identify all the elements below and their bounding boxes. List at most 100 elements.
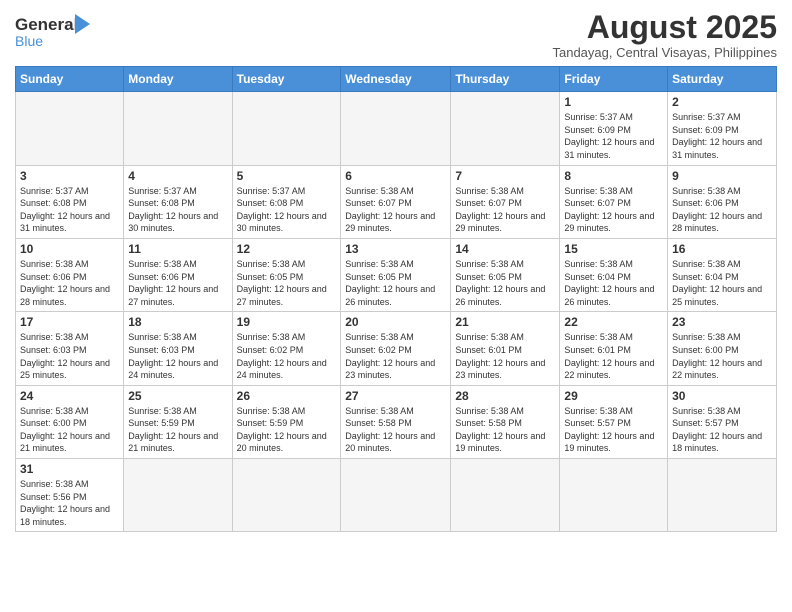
weekday-header-row: SundayMondayTuesdayWednesdayThursdayFrid…: [16, 67, 777, 92]
calendar-cell: 7Sunrise: 5:38 AM Sunset: 6:07 PM Daylig…: [451, 165, 560, 238]
day-info: Sunrise: 5:37 AM Sunset: 6:09 PM Dayligh…: [672, 111, 772, 161]
day-number: 20: [345, 315, 446, 329]
day-info: Sunrise: 5:38 AM Sunset: 6:01 PM Dayligh…: [564, 331, 663, 381]
day-info: Sunrise: 5:38 AM Sunset: 5:56 PM Dayligh…: [20, 478, 119, 528]
calendar-cell: 9 Sunrise: 5:38 AM Sunset: 6:06 PM Daylig…: [668, 165, 777, 238]
calendar-cell: 15 Sunrise: 5:38 AM Sunset: 6:04 PM Dayli…: [560, 238, 668, 311]
calendar-cell: [232, 92, 341, 165]
weekday-header-wednesday: Wednesday: [341, 67, 451, 92]
day-number: 8: [564, 169, 663, 183]
day-number: 12: [237, 242, 337, 256]
day-number: 6: [345, 169, 446, 183]
day-info: Sunrise: 5:38 AM Sunset: 6:05 PM Dayligh…: [345, 258, 446, 308]
day-number: 14: [455, 242, 555, 256]
day-info: Sunrise: 5:37 AM Sunset: 6:08 PM Dayligh…: [237, 185, 337, 235]
day-number: 31: [20, 462, 119, 476]
day-info: Sunrise: 5:38 AM Sunset: 6:05 PM Dayligh…: [237, 258, 337, 308]
calendar-cell: 13Sunrise: 5:38 AM Sunset: 6:05 PM Dayli…: [341, 238, 451, 311]
day-number: 1: [564, 95, 663, 109]
week-row-0: 1 Sunrise: 5:37 AM Sunset: 6:09 PM Daylig…: [16, 92, 777, 165]
day-number: 30: [672, 389, 772, 403]
calendar-cell: 4 Sunrise: 5:37 AM Sunset: 6:08 PM Daylig…: [124, 165, 232, 238]
calendar-cell: [124, 459, 232, 532]
svg-text:Blue: Blue: [15, 33, 43, 49]
calendar-cell: 31 Sunrise: 5:38 AM Sunset: 5:56 PM Dayli…: [16, 459, 124, 532]
day-number: 27: [345, 389, 446, 403]
week-row-5: 31 Sunrise: 5:38 AM Sunset: 5:56 PM Dayli…: [16, 459, 777, 532]
calendar-cell: 16Sunrise: 5:38 AM Sunset: 6:04 PM Dayli…: [668, 238, 777, 311]
weekday-header-monday: Monday: [124, 67, 232, 92]
weekday-header-tuesday: Tuesday: [232, 67, 341, 92]
calendar-cell: [451, 459, 560, 532]
day-number: 29: [564, 389, 663, 403]
calendar-table: SundayMondayTuesdayWednesdayThursdayFrid…: [15, 66, 777, 532]
day-info: Sunrise: 5:38 AM Sunset: 6:03 PM Dayligh…: [20, 331, 119, 381]
day-info: Sunrise: 5:38 AM Sunset: 5:57 PM Dayligh…: [564, 405, 663, 455]
day-info: Sunrise: 5:37 AM Sunset: 6:08 PM Dayligh…: [20, 185, 119, 235]
day-number: 4: [128, 169, 227, 183]
calendar-cell: 19Sunrise: 5:38 AM Sunset: 6:02 PM Dayli…: [232, 312, 341, 385]
day-info: Sunrise: 5:38 AM Sunset: 5:59 PM Dayligh…: [237, 405, 337, 455]
calendar-cell: [124, 92, 232, 165]
day-info: Sunrise: 5:38 AM Sunset: 6:00 PM Dayligh…: [20, 405, 119, 455]
month-title: August 2025: [552, 10, 777, 45]
day-number: 11: [128, 242, 227, 256]
day-number: 21: [455, 315, 555, 329]
calendar-cell: 2 Sunrise: 5:37 AM Sunset: 6:09 PM Daylig…: [668, 92, 777, 165]
day-info: Sunrise: 5:38 AM Sunset: 6:04 PM Dayligh…: [564, 258, 663, 308]
day-number: 7: [455, 169, 555, 183]
day-number: 17: [20, 315, 119, 329]
header: General Blue August 2025 Tandayag, Centr…: [15, 10, 777, 60]
calendar-cell: 5 Sunrise: 5:37 AM Sunset: 6:08 PM Daylig…: [232, 165, 341, 238]
day-info: Sunrise: 5:37 AM Sunset: 6:09 PM Dayligh…: [564, 111, 663, 161]
calendar-cell: 26 Sunrise: 5:38 AM Sunset: 5:59 PM Dayli…: [232, 385, 341, 458]
calendar-cell: 25 Sunrise: 5:38 AM Sunset: 5:59 PM Dayli…: [124, 385, 232, 458]
calendar-cell: [341, 92, 451, 165]
day-info: Sunrise: 5:38 AM Sunset: 6:04 PM Dayligh…: [672, 258, 772, 308]
day-number: 24: [20, 389, 119, 403]
location: Tandayag, Central Visayas, Philippines: [552, 45, 777, 60]
day-number: 10: [20, 242, 119, 256]
calendar-cell: 27Sunrise: 5:38 AM Sunset: 5:58 PM Dayli…: [341, 385, 451, 458]
day-number: 15: [564, 242, 663, 256]
day-info: Sunrise: 5:38 AM Sunset: 6:03 PM Dayligh…: [128, 331, 227, 381]
calendar-cell: 23 Sunrise: 5:38 AM Sunset: 6:00 PM Dayli…: [668, 312, 777, 385]
week-row-4: 24 Sunrise: 5:38 AM Sunset: 6:00 PM Dayli…: [16, 385, 777, 458]
weekday-header-thursday: Thursday: [451, 67, 560, 92]
generalblue-logo: General Blue: [15, 10, 110, 50]
day-number: 18: [128, 315, 227, 329]
svg-text:General: General: [15, 15, 78, 34]
calendar-cell: [16, 92, 124, 165]
day-info: Sunrise: 5:38 AM Sunset: 6:01 PM Dayligh…: [455, 331, 555, 381]
day-info: Sunrise: 5:38 AM Sunset: 6:06 PM Dayligh…: [128, 258, 227, 308]
day-number: 5: [237, 169, 337, 183]
day-number: 2: [672, 95, 772, 109]
calendar-cell: 30 Sunrise: 5:38 AM Sunset: 5:57 PM Dayli…: [668, 385, 777, 458]
day-info: Sunrise: 5:38 AM Sunset: 5:59 PM Dayligh…: [128, 405, 227, 455]
day-number: 22: [564, 315, 663, 329]
page: General Blue August 2025 Tandayag, Centr…: [0, 0, 792, 612]
day-number: 25: [128, 389, 227, 403]
logo: General Blue: [15, 10, 110, 50]
day-info: Sunrise: 5:38 AM Sunset: 5:57 PM Dayligh…: [672, 405, 772, 455]
calendar-cell: [232, 459, 341, 532]
day-number: 26: [237, 389, 337, 403]
weekday-header-saturday: Saturday: [668, 67, 777, 92]
day-number: 3: [20, 169, 119, 183]
calendar-cell: 10Sunrise: 5:38 AM Sunset: 6:06 PM Dayli…: [16, 238, 124, 311]
weekday-header-friday: Friday: [560, 67, 668, 92]
calendar-cell: 17 Sunrise: 5:38 AM Sunset: 6:03 PM Dayli…: [16, 312, 124, 385]
day-info: Sunrise: 5:37 AM Sunset: 6:08 PM Dayligh…: [128, 185, 227, 235]
day-info: Sunrise: 5:38 AM Sunset: 5:58 PM Dayligh…: [455, 405, 555, 455]
day-number: 23: [672, 315, 772, 329]
day-info: Sunrise: 5:38 AM Sunset: 6:00 PM Dayligh…: [672, 331, 772, 381]
week-row-3: 17 Sunrise: 5:38 AM Sunset: 6:03 PM Dayli…: [16, 312, 777, 385]
day-info: Sunrise: 5:38 AM Sunset: 6:02 PM Dayligh…: [237, 331, 337, 381]
day-number: 9: [672, 169, 772, 183]
day-info: Sunrise: 5:38 AM Sunset: 6:05 PM Dayligh…: [455, 258, 555, 308]
calendar-cell: 24 Sunrise: 5:38 AM Sunset: 6:00 PM Dayli…: [16, 385, 124, 458]
day-info: Sunrise: 5:38 AM Sunset: 6:07 PM Dayligh…: [564, 185, 663, 235]
calendar-cell: [668, 459, 777, 532]
day-info: Sunrise: 5:38 AM Sunset: 6:06 PM Dayligh…: [672, 185, 772, 235]
calendar-cell: [560, 459, 668, 532]
